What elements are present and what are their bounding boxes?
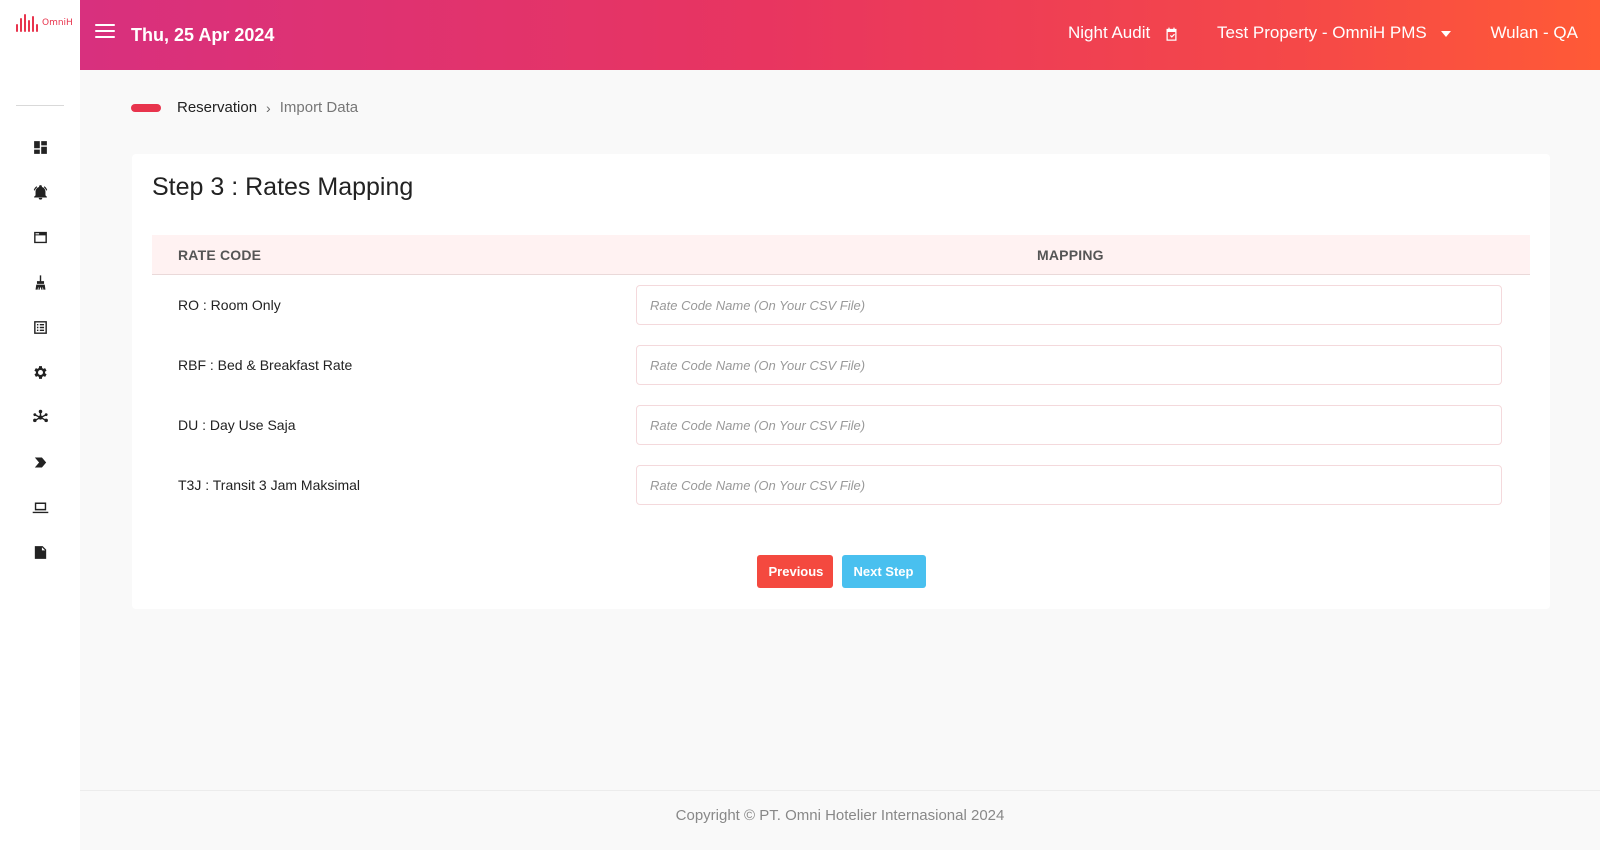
logo-text: OmniH — [42, 18, 73, 28]
breadcrumb-pill — [131, 103, 161, 112]
table-row: RBF : Bed & Breakfast Rate — [152, 335, 1530, 395]
logo-mark-icon — [16, 14, 38, 32]
table-row: DU : Day Use Saja — [152, 395, 1530, 455]
column-header-rate-code: RATE CODE — [178, 247, 262, 263]
night-audit-label: Night Audit — [1068, 23, 1151, 42]
sidebar-item-dashboard[interactable] — [0, 125, 80, 170]
sidebar-item-channel[interactable] — [0, 440, 80, 485]
sidebar-item-reports[interactable] — [0, 530, 80, 575]
sidebar: OmniH — [0, 0, 80, 850]
document-icon — [34, 546, 46, 559]
chevron-right-icon: › — [266, 99, 271, 116]
caret-down-icon — [1440, 31, 1451, 37]
app-logo[interactable]: OmniH — [16, 14, 73, 32]
hamburger-menu-icon[interactable] — [95, 24, 115, 42]
property-selector[interactable]: Test Property - OmniH PMS — [1217, 23, 1451, 43]
sidebar-divider — [16, 105, 64, 106]
sidebar-item-window[interactable] — [0, 215, 80, 260]
breadcrumb-reservation[interactable]: Reservation — [177, 99, 257, 116]
user-menu[interactable]: Wulan - QA — [1490, 23, 1578, 43]
table-row: RO : Room Only — [152, 275, 1530, 335]
sidebar-item-notifications[interactable] — [0, 170, 80, 215]
column-header-mapping: MAPPING — [1037, 247, 1104, 263]
night-audit-button[interactable]: Night Audit — [1068, 23, 1179, 43]
table-header: RATE CODE MAPPING — [152, 235, 1530, 275]
rates-mapping-table: RATE CODE MAPPING RO : Room Only RBF : B… — [152, 235, 1530, 515]
breadcrumb: Reservation › Import Data — [131, 99, 358, 116]
property-label: Test Property - OmniH PMS — [1217, 23, 1427, 42]
rates-mapping-card: Step 3 : Rates Mapping RATE CODE MAPPING… — [132, 154, 1550, 609]
breadcrumb-current: Import Data — [279, 99, 359, 116]
next-step-button[interactable]: Next Step — [841, 555, 926, 588]
footer: Copyright © PT. Omni Hotelier Internasio… — [80, 790, 1600, 850]
mapping-input-rbf[interactable] — [636, 345, 1502, 385]
sidebar-item-list[interactable] — [0, 305, 80, 350]
sidebar-item-devices[interactable] — [0, 485, 80, 530]
table-row: T3J : Transit 3 Jam Maksimal — [152, 455, 1530, 515]
rate-code-label: T3J : Transit 3 Jam Maksimal — [178, 477, 361, 493]
mapping-input-du[interactable] — [636, 405, 1502, 445]
asterisk-icon — [32, 409, 48, 423]
copyright-text: Copyright © PT. Omni Hotelier Internasio… — [675, 807, 1005, 824]
bell-icon — [33, 185, 47, 200]
rate-code-label: RO : Room Only — [178, 297, 281, 313]
sidebar-item-housekeeping[interactable] — [0, 260, 80, 305]
calendar-check-icon — [1166, 27, 1177, 41]
dashboard-icon — [33, 141, 47, 154]
sidebar-nav — [0, 125, 80, 575]
sidebar-item-settings[interactable] — [0, 350, 80, 395]
list-icon — [33, 321, 47, 334]
page-title: Step 3 : Rates Mapping — [152, 173, 414, 201]
mapping-input-ro[interactable] — [636, 285, 1502, 325]
rate-code-label: RBF : Bed & Breakfast Rate — [178, 357, 353, 373]
mapping-input-t3j[interactable] — [636, 465, 1502, 505]
window-icon — [33, 231, 47, 244]
step-navigation: Previous Next Step — [132, 555, 1550, 588]
broom-icon — [35, 275, 45, 290]
rate-code-label: DU : Day Use Saja — [178, 417, 296, 433]
gear-icon — [33, 366, 47, 379]
previous-button[interactable]: Previous — [756, 555, 833, 588]
top-header: Thu, 25 Apr 2024 Night Audit Test Proper… — [80, 0, 1600, 70]
chevron-tag-icon — [34, 457, 46, 468]
sidebar-item-integrations[interactable] — [0, 395, 80, 440]
business-date: Thu, 25 Apr 2024 — [131, 25, 275, 45]
laptop-icon — [32, 502, 48, 514]
